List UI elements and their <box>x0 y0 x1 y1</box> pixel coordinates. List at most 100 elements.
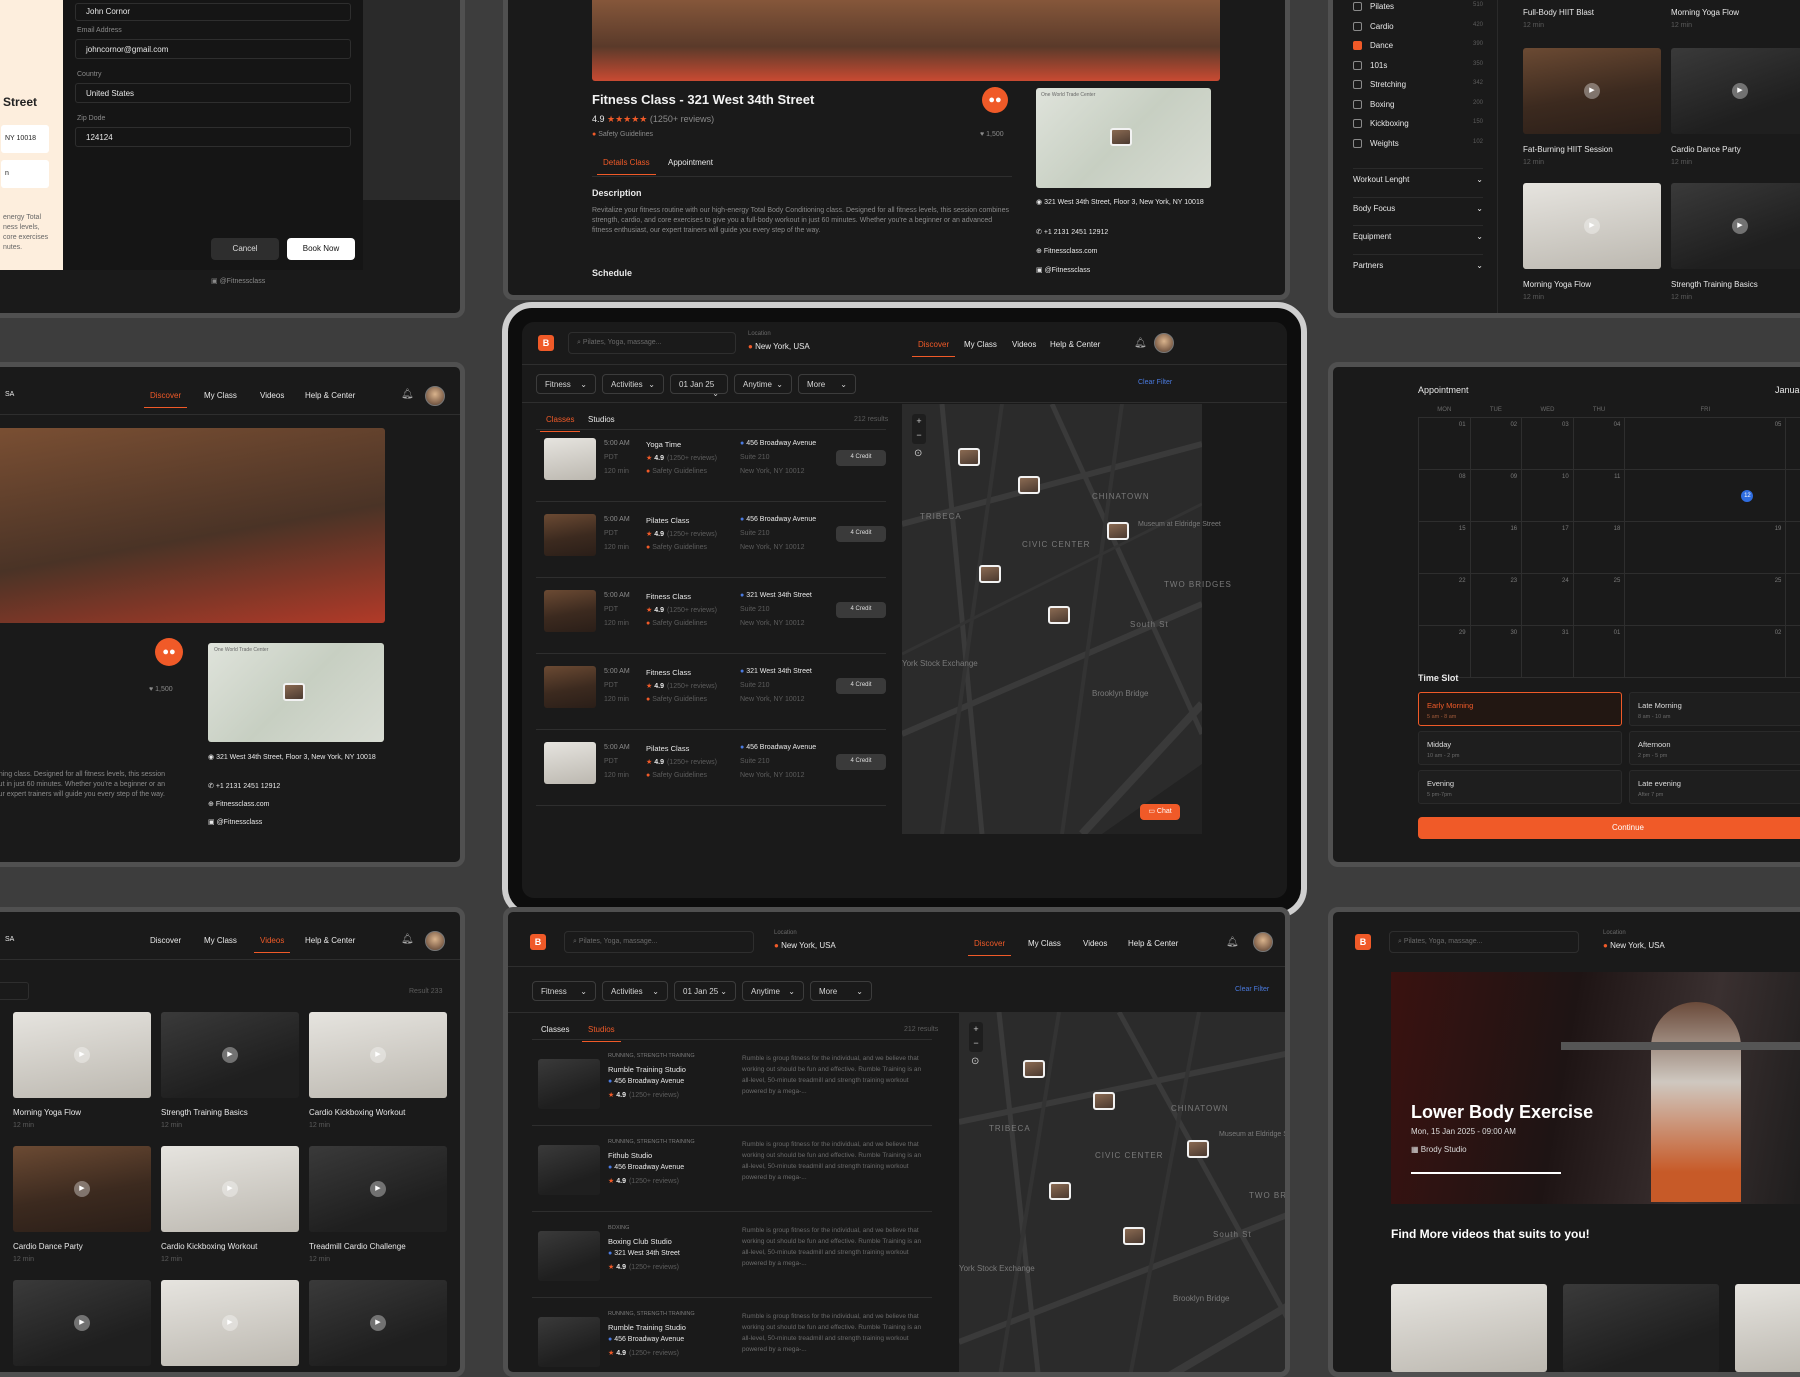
nav-videos[interactable]: Videos <box>253 936 291 953</box>
safety-guidelines[interactable]: ● Safety Guidelines <box>646 620 707 627</box>
map-view[interactable]: + − ⊙ CHINATOWN TRIBECA CIVIC CENTER Muse… <box>959 1012 1285 1372</box>
video-thumbnail[interactable]: ▶ <box>1671 183 1800 269</box>
zip-field[interactable]: 124124 <box>75 127 351 147</box>
avatar[interactable] <box>1154 333 1174 353</box>
instagram-link[interactable]: ▣ @Fitnessclass <box>211 277 265 285</box>
tab-classes[interactable]: Classes <box>541 1025 569 1034</box>
calendar-day[interactable]: 25 <box>1572 572 1626 626</box>
video-thumbnail[interactable]: ▶ <box>309 1146 447 1232</box>
locate-icon[interactable]: ⊙ <box>971 1056 979 1067</box>
tab-details-class[interactable]: Details Class <box>597 158 656 175</box>
play-icon[interactable]: ▶ <box>370 1047 386 1063</box>
calendar-day[interactable]: 01 <box>1418 416 1471 470</box>
checkbox-icon[interactable] <box>1353 119 1362 129</box>
nav-videos[interactable]: Videos <box>1083 939 1107 948</box>
cancel-button[interactable]: Cancel <box>211 238 279 260</box>
bell-icon[interactable]: 🔔︎ <box>401 934 414 945</box>
email-field[interactable]: johncornor@gmail.com <box>75 39 351 59</box>
calendar-day[interactable]: 10 <box>1521 468 1574 522</box>
bell-icon[interactable]: 🔔︎ <box>1226 937 1239 948</box>
timeslot-option[interactable]: Late evening After 7 pm <box>1629 770 1800 804</box>
calendar-day[interactable]: 30 <box>1469 624 1523 678</box>
video-thumbnail[interactable] <box>1391 1284 1547 1372</box>
video-thumbnail[interactable]: ▶ <box>13 1012 151 1098</box>
nav-discover[interactable]: Discover <box>150 936 181 945</box>
calendar-day[interactable]: 09 <box>1469 468 1523 522</box>
calendar-day[interactable]: 19 <box>1624 520 1787 574</box>
search-input[interactable]: ⌕ Pilates, Yoga, massage... <box>568 332 736 354</box>
video-thumbnail[interactable]: ▶ <box>161 1012 299 1098</box>
nav-help[interactable]: Help & Center <box>305 391 355 400</box>
location-map[interactable]: One World Trade Center <box>1036 88 1211 188</box>
calendar-day[interactable]: 06 <box>1785 416 1800 470</box>
search-input[interactable]: ⌕ Pilates, Yoga, massage... <box>564 931 754 953</box>
play-icon[interactable]: ▶ <box>74 1315 90 1331</box>
zoom-out-button[interactable]: − <box>912 428 926 442</box>
studio-list-item[interactable]: RUNNING, STRENGTH TRAINING Fithub Studio ●… <box>532 1133 932 1213</box>
map-pin[interactable] <box>1110 128 1132 146</box>
search-input[interactable]: ⌕ Pilates, Yoga, massage... <box>1389 931 1579 953</box>
play-icon[interactable]: ▶ <box>370 1181 386 1197</box>
tab-studios[interactable]: Studios <box>582 1025 621 1042</box>
category-dropdown[interactable] <box>0 982 29 1000</box>
filter-time[interactable]: Anytime ⌄ <box>742 981 804 1001</box>
play-icon[interactable]: ▶ <box>370 1315 386 1331</box>
nav-discover[interactable]: Discover <box>911 340 956 357</box>
filter-option[interactable]: Cardio 420 <box>1353 22 1483 31</box>
filter-section-toggle[interactable]: Equipment ⌄ <box>1353 225 1483 241</box>
class-list-item[interactable]: 5:00 AM PDT 120 min Fitness Class ★ 4.9 (1250… <box>536 590 886 660</box>
nav-help[interactable]: Help & Center <box>305 936 355 945</box>
play-icon[interactable]: ▶ <box>1584 83 1600 99</box>
checkbox-icon[interactable] <box>1353 41 1362 51</box>
calendar-day[interactable]: 20 <box>1785 520 1800 574</box>
calendar-day[interactable]: 17 <box>1521 520 1574 574</box>
calendar-day[interactable]: 04 <box>1572 416 1626 470</box>
studio-list-item[interactable]: RUNNING, STRENGTH TRAINING Rumble Trainin… <box>532 1305 932 1372</box>
name-field[interactable]: John Cornor <box>75 3 351 21</box>
continue-button[interactable]: Continue <box>1418 817 1800 839</box>
filter-section-toggle[interactable]: Workout Lenght ⌄ <box>1353 168 1483 184</box>
checkbox-icon[interactable] <box>1353 21 1362 31</box>
calendar-day[interactable]: 02 <box>1469 416 1523 470</box>
checkbox-icon[interactable] <box>1353 99 1362 109</box>
location-selector[interactable]: ● New York, USA <box>1603 941 1665 950</box>
filter-option[interactable]: Kickboxing 150 <box>1353 119 1483 129</box>
filter-activities[interactable]: Activities ⌄ <box>602 981 668 1001</box>
map-pin[interactable] <box>1107 522 1129 540</box>
map-view[interactable]: + − ⊙ CHINATOWN TRIBECA CIVIC CENTER Muse… <box>902 404 1231 834</box>
website[interactable]: ⊕ Fitnessclass.com <box>1036 247 1098 255</box>
filter-more[interactable]: More ⌄ <box>798 374 856 394</box>
play-icon[interactable]: ▶ <box>74 1047 90 1063</box>
calendar-day[interactable]: 26 <box>1785 572 1800 626</box>
zoom-controls[interactable]: + − <box>912 414 926 444</box>
calendar-day[interactable]: 15 <box>1418 520 1471 574</box>
timeslot-option[interactable]: Early Morning 5 am - 8 am <box>1418 692 1622 726</box>
video-thumbnail[interactable]: ▶ <box>13 1280 151 1366</box>
map-pin[interactable] <box>1049 1182 1071 1200</box>
nav-my-class[interactable]: My Class <box>1028 939 1061 948</box>
instagram[interactable]: ▣ @Fitnessclass <box>1036 266 1090 274</box>
checkbox-icon[interactable] <box>1353 2 1362 12</box>
class-list-item[interactable]: 5:00 AM PDT 120 min Pilates Class ★ 4.9 (1250… <box>536 514 886 584</box>
phone[interactable]: ✆ +1 2131 2451 12912 <box>1036 228 1108 236</box>
map-pin[interactable] <box>979 565 1001 583</box>
hero-video[interactable]: Lower Body Exercise Mon, 15 Jan 2025 - 0… <box>1391 972 1800 1204</box>
calendar-day[interactable]: 22 <box>1418 572 1471 626</box>
play-icon[interactable]: ▶ <box>222 1315 238 1331</box>
likes-count[interactable]: ♥ 1,500 <box>149 686 173 693</box>
studio-list-item[interactable]: RUNNING, STRENGTH TRAINING Rumble Trainin… <box>532 1047 932 1127</box>
play-icon[interactable]: ▶ <box>222 1047 238 1063</box>
calendar-day[interactable]: 02 <box>1624 624 1787 678</box>
likes-count[interactable]: ♥ 1,500 <box>980 131 1004 138</box>
calendar-day[interactable]: 29 <box>1418 624 1471 678</box>
filter-option[interactable]: Stretching 342 <box>1353 80 1483 90</box>
checkbox-icon[interactable] <box>1353 80 1362 90</box>
book-credit-button[interactable]: 4 Credit <box>836 602 886 618</box>
play-icon[interactable]: ▶ <box>1732 218 1748 234</box>
calendar-day[interactable]: 11 <box>1572 468 1626 522</box>
video-thumbnail[interactable]: ▶ <box>161 1280 299 1366</box>
calendar-day[interactable]: 13 <box>1785 468 1800 522</box>
nav-my-class[interactable]: My Class <box>964 340 997 349</box>
play-icon[interactable]: ▶ <box>1732 83 1748 99</box>
map-pin[interactable] <box>1048 606 1070 624</box>
